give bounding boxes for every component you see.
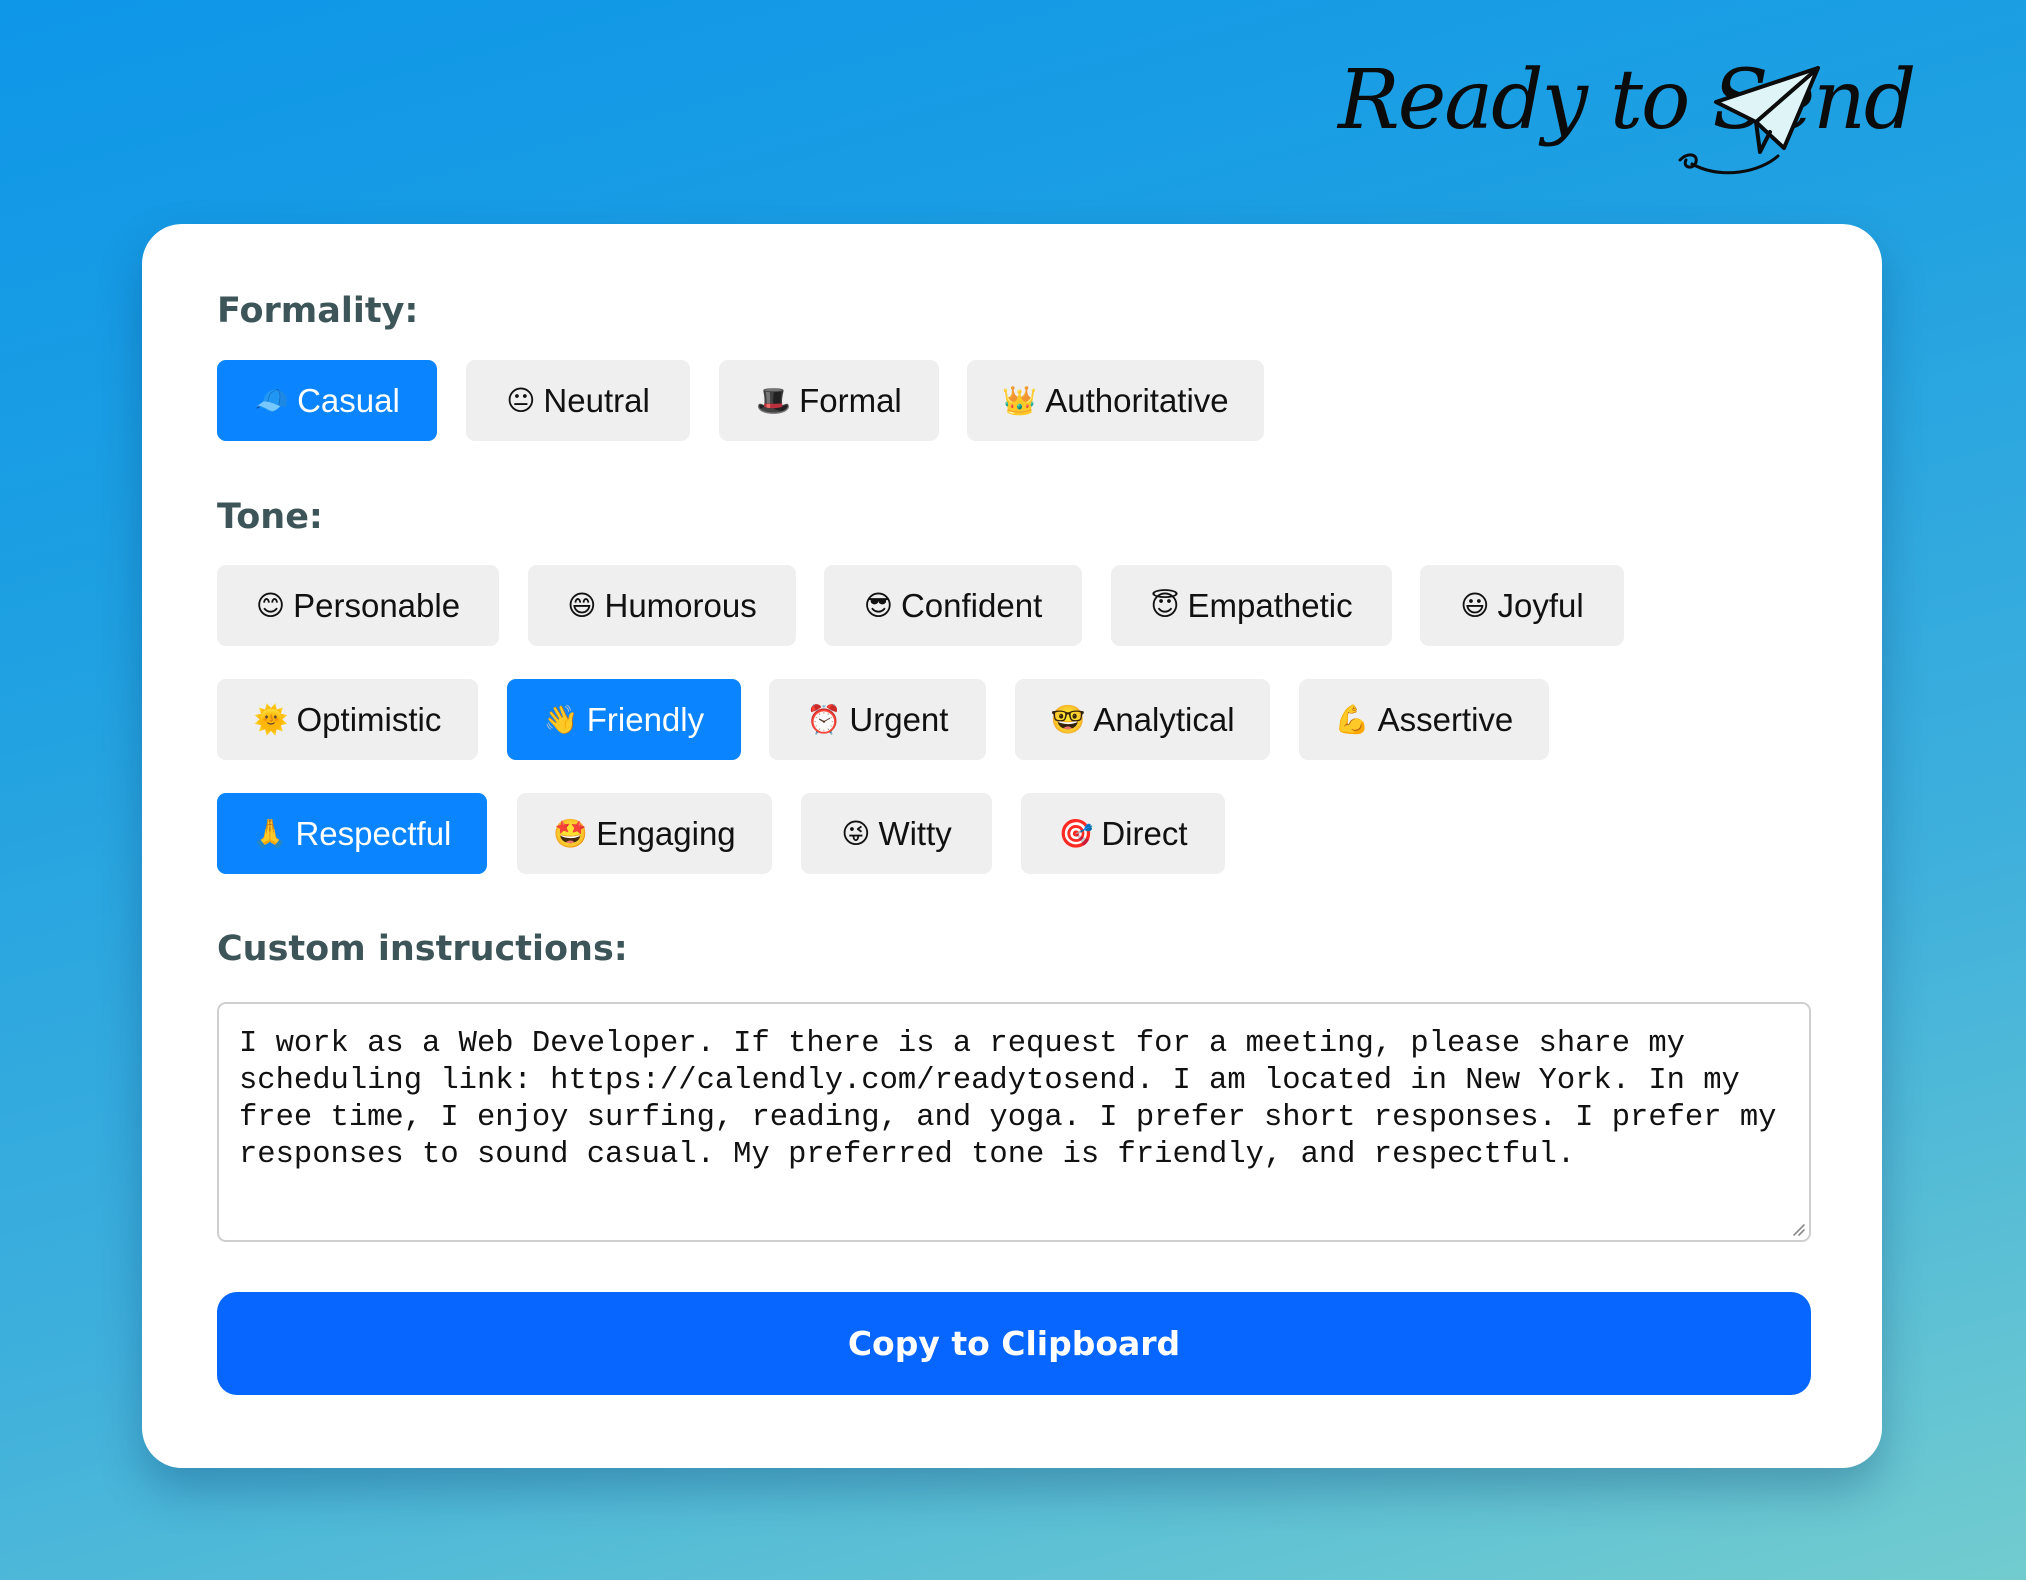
tone-chip-analytical[interactable]: 🤓 Analytical — [1015, 679, 1270, 760]
chip-label: Joyful — [1497, 586, 1584, 624]
sunglasses-face-icon: 😎 — [863, 588, 893, 622]
smiling-face-icon: 😊 — [255, 588, 286, 622]
custom-instructions-text: I work as a Web Developer. If there is a… — [239, 1027, 1777, 1172]
target-icon: 🎯 — [1058, 816, 1094, 850]
chip-label: Empathetic — [1187, 586, 1353, 624]
chip-label: Casual — [297, 381, 400, 419]
chip-label: Formal — [799, 381, 902, 419]
formality-label: Formality: — [217, 291, 419, 331]
winking-tongue-face-icon: 😜 — [841, 816, 871, 850]
tone-chip-assertive[interactable]: 💪 Assertive — [1299, 679, 1549, 760]
formality-chip-casual[interactable]: 🧢 Casual — [217, 360, 437, 441]
tone-chip-witty[interactable]: 😜 Witty — [801, 793, 992, 874]
waving-hand-icon: 👋 — [543, 702, 579, 736]
chip-label: Witty — [878, 814, 952, 852]
tone-chip-respectful[interactable]: 🙏 Respectful — [217, 793, 487, 874]
resize-handle-icon[interactable] — [1791, 1222, 1805, 1236]
halo-face-icon: 😇 — [1150, 588, 1180, 622]
chip-label: Personable — [293, 586, 461, 624]
tone-chip-optimistic[interactable]: 🌞 Optimistic — [217, 679, 478, 760]
chip-label: Confident — [900, 586, 1043, 624]
formality-chip-neutral[interactable]: 😐 Neutral — [466, 360, 690, 441]
happy-face-icon: 😃 — [1460, 588, 1490, 622]
cap-icon: 🧢 — [254, 383, 290, 417]
settings-card: Formality: 🧢 Casual 😐 Neutral 🎩 Formal 👑… — [142, 224, 1882, 1468]
tone-chip-personable[interactable]: 😊 Personable — [217, 565, 499, 646]
top-hat-icon: 🎩 — [756, 383, 792, 417]
crown-icon: 👑 — [1002, 383, 1038, 417]
chip-label: Optimistic — [296, 700, 442, 738]
tone-chip-confident[interactable]: 😎 Confident — [824, 565, 1082, 646]
neutral-face-icon: 😐 — [506, 383, 536, 417]
copy-to-clipboard-button[interactable]: Copy to Clipboard — [217, 1292, 1811, 1395]
chip-label: Analytical — [1093, 700, 1235, 738]
flexed-bicep-icon: 💪 — [1334, 702, 1370, 736]
grinning-face-icon: 😄 — [567, 588, 597, 622]
chip-label: Direct — [1101, 814, 1188, 852]
tone-chip-joyful[interactable]: 😃 Joyful — [1420, 565, 1624, 646]
formality-chip-formal[interactable]: 🎩 Formal — [719, 360, 939, 441]
chip-label: Friendly — [586, 700, 705, 738]
chip-label: Engaging — [596, 814, 736, 852]
custom-instructions-textarea[interactable]: I work as a Web Developer. If there is a… — [217, 1002, 1811, 1242]
formality-chip-authoritative[interactable]: 👑 Authoritative — [967, 360, 1264, 441]
tone-chip-direct[interactable]: 🎯 Direct — [1021, 793, 1225, 874]
chip-label: Urgent — [849, 700, 949, 738]
tone-chip-engaging[interactable]: 🤩 Engaging — [517, 793, 772, 874]
logo: Ready to Send — [1332, 52, 1916, 182]
sun-face-icon: 🌞 — [253, 702, 289, 736]
chip-label: Respectful — [295, 814, 452, 852]
tone-chip-humorous[interactable]: 😄 Humorous — [528, 565, 796, 646]
tone-chip-urgent[interactable]: ⏰ Urgent — [769, 679, 986, 760]
alarm-clock-icon: ⏰ — [806, 702, 842, 736]
custom-instructions-label: Custom instructions: — [217, 929, 628, 969]
tone-chip-friendly[interactable]: 👋 Friendly — [507, 679, 741, 760]
chip-label: Assertive — [1377, 700, 1514, 738]
chip-label: Humorous — [604, 586, 757, 624]
nerd-face-icon: 🤓 — [1050, 702, 1086, 736]
paper-plane-icon — [1678, 66, 1820, 175]
chip-label: Authoritative — [1045, 381, 1229, 419]
tone-chip-empathetic[interactable]: 😇 Empathetic — [1111, 565, 1392, 646]
tone-label: Tone: — [217, 497, 323, 537]
star-struck-face-icon: 🤩 — [553, 816, 589, 850]
chip-label: Neutral — [543, 381, 650, 419]
folded-hands-icon: 🙏 — [252, 816, 288, 850]
